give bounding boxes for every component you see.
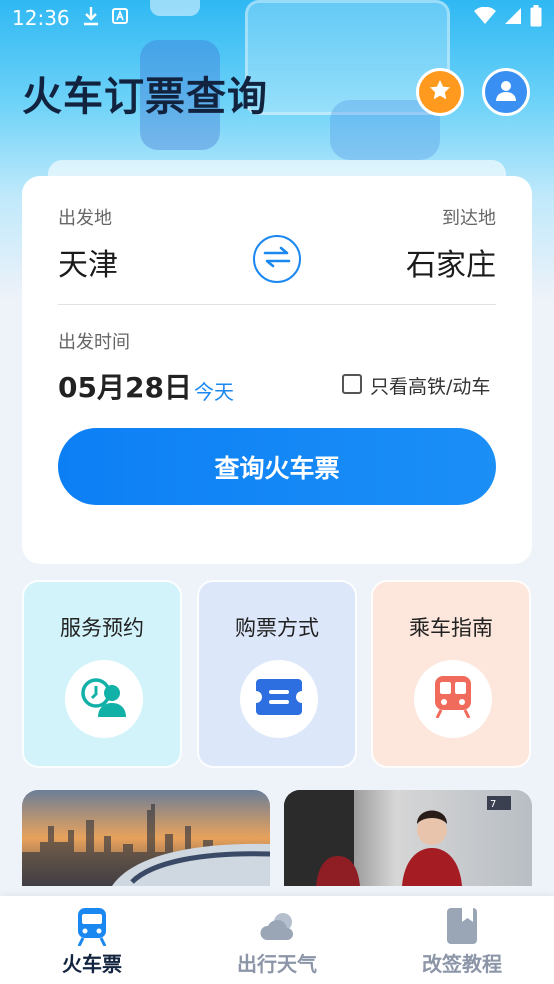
riding-guide-card[interactable]: 乘车指南 <box>371 580 531 768</box>
search-tickets-button[interactable]: 查询火车票 <box>58 428 496 505</box>
train-icon <box>433 676 473 722</box>
swap-cities-button[interactable] <box>253 235 301 283</box>
nav-travel-weather[interactable]: 出行天气 <box>185 896 369 984</box>
status-bar: 12:36 <box>0 0 554 36</box>
status-time: 12:36 <box>12 6 70 30</box>
service-icon-circle <box>65 660 143 738</box>
book-icon <box>444 908 480 946</box>
nav-rebooking-tutorial[interactable]: 改签教程 <box>370 896 554 984</box>
high-speed-only-label[interactable]: 只看高铁/动车 <box>370 372 490 399</box>
app-notification-icon <box>111 7 128 29</box>
download-icon <box>82 6 100 31</box>
divider <box>58 304 496 305</box>
signal-icon <box>504 7 522 29</box>
svg-text:7: 7 <box>490 799 496 810</box>
star-icon <box>428 78 452 106</box>
departure-date[interactable]: 05月28日 <box>58 366 192 406</box>
today-label: 今天 <box>194 380 234 404</box>
nav-label: 火车票 <box>62 952 122 976</box>
wifi-icon <box>474 6 496 29</box>
service-icon-circle <box>240 660 318 738</box>
purchase-methods-card[interactable]: 购票方式 <box>197 580 357 768</box>
service-appointment-card[interactable]: 服务预约 <box>22 580 182 768</box>
ticket-icon <box>256 679 302 719</box>
nav-label: 改签教程 <box>422 952 502 976</box>
search-card: 出发地 到达地 天津 石家庄 出发时间 05月28日 今天 只看高铁/动车 查询… <box>22 176 532 564</box>
high-speed-only-checkbox[interactable] <box>342 374 362 394</box>
service-card-title: 服务预约 <box>60 616 144 640</box>
weather-icon <box>259 908 295 946</box>
profile-button[interactable] <box>482 68 530 116</box>
train-icon <box>74 908 110 947</box>
swap-icon <box>262 245 292 273</box>
departure-label: 出发地 <box>58 208 112 229</box>
service-card-title: 购票方式 <box>235 616 319 640</box>
service-appointment-icon <box>80 677 128 721</box>
high-speed-train-photo[interactable] <box>22 790 270 886</box>
battery-icon <box>530 5 542 31</box>
arrival-city[interactable]: 石家庄 <box>406 240 496 284</box>
arrival-label: 到达地 <box>442 208 496 229</box>
departure-time-label: 出发时间 <box>58 332 130 353</box>
favorites-button[interactable] <box>416 68 464 116</box>
user-icon <box>494 78 518 106</box>
train-attendant-photo[interactable]: 7 <box>284 790 532 886</box>
page-title: 火车订票查询 <box>22 74 268 120</box>
service-icon-circle <box>414 660 492 738</box>
bottom-navigation: 火车票 出行天气 改签教程 <box>0 896 554 984</box>
nav-label: 出行天气 <box>237 952 317 976</box>
nav-train-tickets[interactable]: 火车票 <box>0 896 184 984</box>
departure-city[interactable]: 天津 <box>58 240 118 284</box>
service-card-title: 乘车指南 <box>409 616 493 640</box>
